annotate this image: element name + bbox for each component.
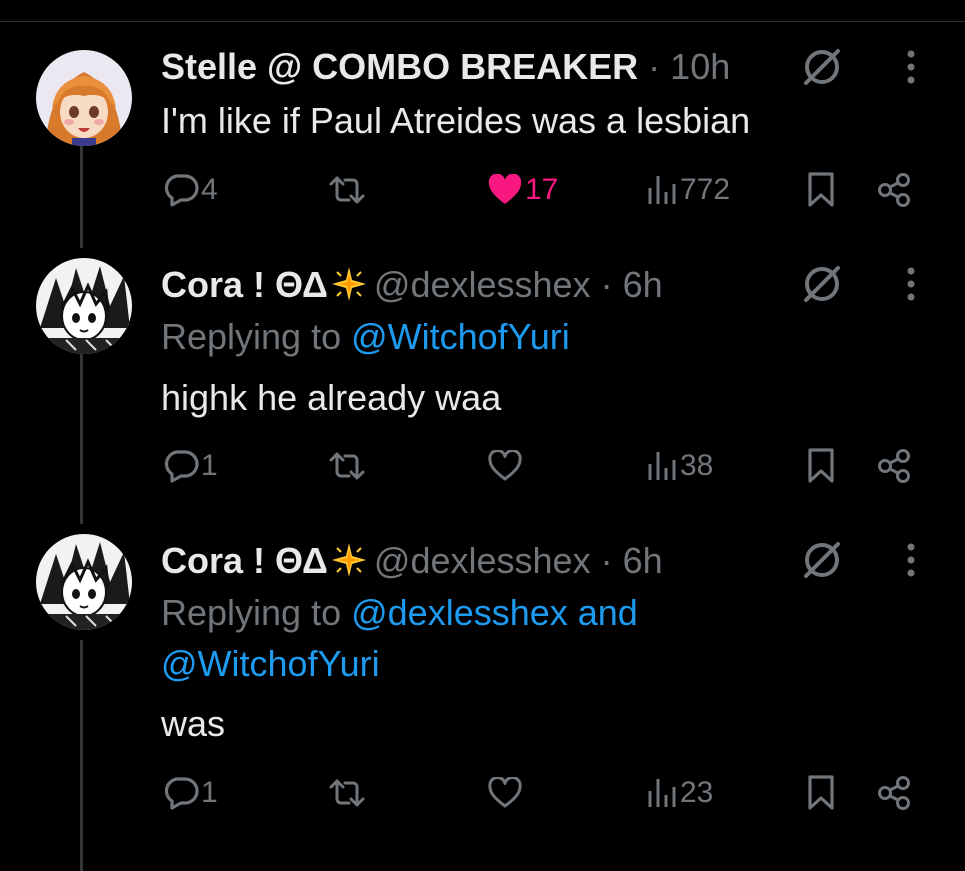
- separator: ·: [638, 46, 671, 87]
- avatar-image: [36, 258, 132, 354]
- bookmark-icon: [807, 171, 835, 209]
- more-options-icon[interactable]: [896, 258, 926, 310]
- timestamp[interactable]: 6h: [623, 540, 663, 581]
- retweet-icon: [327, 174, 367, 206]
- replying-prefix: Replying to: [161, 592, 352, 633]
- bookmark-button[interactable]: [807, 771, 835, 815]
- retweet-icon: [327, 450, 367, 482]
- replying-to-continued: @WitchofYuri: [161, 638, 380, 690]
- bookmark-icon: [807, 774, 835, 812]
- tweet-header: Cora ! ΘΔ @dexlesshex · 6h: [161, 265, 663, 311]
- sparkle-icon: [330, 541, 368, 587]
- tweet[interactable]: Cora ! ΘΔ @dexlesshex · 6h Replying to @d…: [0, 512, 965, 871]
- tweet-header: Cora ! ΘΔ @dexlesshex · 6h: [161, 541, 663, 587]
- reply-icon: [163, 776, 199, 810]
- avatar-image: [36, 50, 132, 146]
- tweet-text: I'm like if Paul Atreides was a lesbian: [161, 100, 751, 141]
- separator: ·: [590, 264, 623, 305]
- handle[interactable]: @dexlesshex: [374, 264, 591, 305]
- views-count: 23: [680, 776, 714, 809]
- retweet-button[interactable]: [327, 771, 369, 815]
- like-count: 17: [525, 173, 559, 206]
- timestamp[interactable]: 6h: [623, 264, 663, 305]
- grok-icon[interactable]: [796, 41, 848, 93]
- views-count: 38: [680, 449, 714, 482]
- share-button[interactable]: [876, 771, 912, 815]
- replying-to: Replying to @dexlesshex and: [161, 587, 638, 639]
- grok-icon[interactable]: [796, 258, 848, 310]
- reply-button[interactable]: 4: [163, 168, 218, 212]
- heart-filled-icon: [487, 174, 523, 206]
- bookmark-button[interactable]: [807, 168, 835, 212]
- views-button[interactable]: 772: [646, 168, 730, 212]
- mention-link[interactable]: @dexlesshex and: [351, 592, 638, 633]
- author-name[interactable]: Cora ! ΘΔ: [161, 540, 328, 581]
- tweet[interactable]: Stelle @ COMBO BREAKER · 10h I'm like if…: [0, 0, 965, 240]
- reply-count: 1: [201, 449, 218, 482]
- mention-link[interactable]: @WitchofYuri: [351, 316, 570, 357]
- heart-outline-icon: [487, 450, 523, 482]
- views-button[interactable]: 38: [646, 444, 713, 488]
- like-button[interactable]: [487, 444, 525, 488]
- replying-prefix: Replying to: [161, 316, 352, 357]
- retweet-button[interactable]: [327, 444, 369, 488]
- avatar[interactable]: [36, 258, 132, 354]
- share-icon: [876, 448, 912, 484]
- avatar[interactable]: [36, 50, 132, 146]
- reply-icon: [163, 173, 199, 207]
- more-options-icon[interactable]: [896, 534, 926, 586]
- share-icon: [876, 775, 912, 811]
- share-button[interactable]: [876, 444, 912, 488]
- author-name[interactable]: Cora ! ΘΔ: [161, 264, 328, 305]
- tweet-text: was: [161, 703, 226, 744]
- grok-icon[interactable]: [796, 534, 848, 586]
- bookmark-button[interactable]: [807, 444, 835, 488]
- views-icon: [646, 174, 678, 206]
- like-button[interactable]: 17: [487, 168, 558, 212]
- reply-count: 4: [201, 173, 218, 206]
- more-options-icon[interactable]: [896, 41, 926, 93]
- retweet-button[interactable]: [327, 168, 369, 212]
- avatar-image: [36, 534, 132, 630]
- share-button[interactable]: [876, 168, 912, 212]
- replying-to: Replying to @WitchofYuri: [161, 311, 570, 363]
- reply-button[interactable]: 1: [163, 444, 218, 488]
- tweet[interactable]: Cora ! ΘΔ @dexlesshex · 6h Replying to @W…: [0, 240, 965, 512]
- views-count: 772: [680, 173, 731, 206]
- retweet-icon: [327, 777, 367, 809]
- tweet-header: Stelle @ COMBO BREAKER · 10h: [161, 47, 730, 87]
- views-icon: [646, 450, 678, 482]
- avatar[interactable]: [36, 534, 132, 630]
- heart-outline-icon: [487, 777, 523, 809]
- sparkle-icon: [330, 265, 368, 311]
- separator: ·: [590, 540, 623, 581]
- reply-count: 1: [201, 776, 218, 809]
- reply-button[interactable]: 1: [163, 771, 218, 815]
- views-icon: [646, 777, 678, 809]
- mention-link[interactable]: @WitchofYuri: [161, 643, 380, 684]
- share-icon: [876, 172, 912, 208]
- timestamp[interactable]: 10h: [670, 46, 730, 87]
- like-button[interactable]: [487, 771, 525, 815]
- handle[interactable]: @dexlesshex: [374, 540, 591, 581]
- tweet-text: highk he already waa: [161, 377, 502, 418]
- views-button[interactable]: 23: [646, 771, 713, 815]
- bookmark-icon: [807, 447, 835, 485]
- reply-icon: [163, 449, 199, 483]
- author-name[interactable]: Stelle @ COMBO BREAKER: [161, 46, 638, 87]
